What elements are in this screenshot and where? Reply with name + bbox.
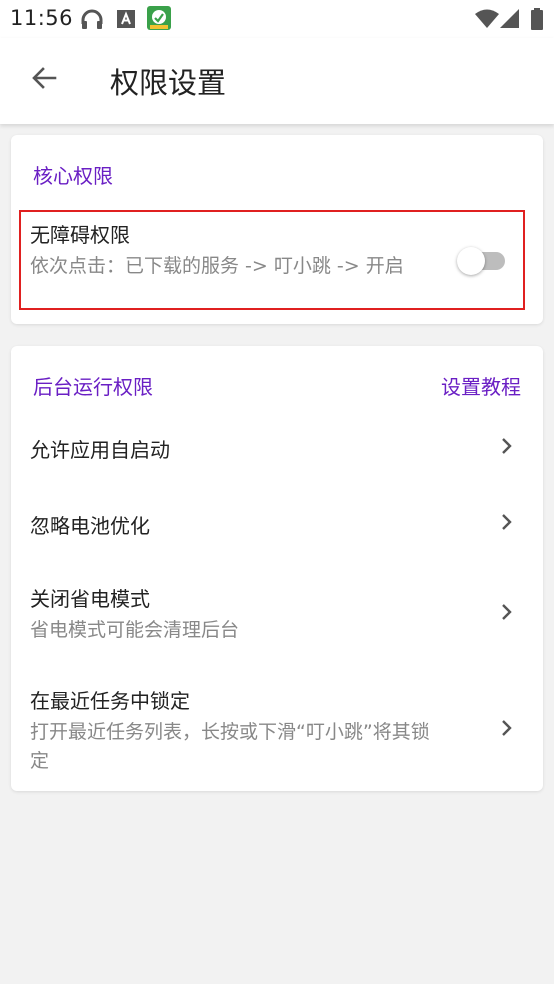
- status-bar: 11:56: [0, 0, 554, 38]
- arrow-left-icon: [31, 65, 57, 95]
- list-item-title: 忽略电池优化: [30, 514, 150, 538]
- background-section-title: 后台运行权限: [33, 375, 153, 399]
- app-logo-icon: [147, 6, 171, 34]
- chevron-right-icon: [500, 513, 514, 531]
- core-section-title: 核心权限: [33, 164, 113, 188]
- back-button[interactable]: [22, 58, 66, 102]
- wifi-icon: [475, 9, 499, 33]
- battery-icon: [531, 8, 543, 34]
- signal-icon: [500, 9, 520, 33]
- chevron-right-icon: [500, 719, 514, 737]
- status-time: 11:56: [10, 6, 74, 30]
- list-item-title: 允许应用自启动: [30, 438, 170, 462]
- app-a-icon: [117, 10, 135, 32]
- page-title: 权限设置: [110, 66, 227, 100]
- list-item-title: 在最近任务中锁定: [30, 689, 190, 713]
- list-item-title: 关闭省电模式: [30, 587, 150, 611]
- accessibility-permission-subtitle: 依次点击：已下载的服务 -> 叮小跳 -> 开启: [30, 255, 404, 277]
- chevron-right-icon: [500, 603, 514, 621]
- chevron-right-icon: [500, 437, 514, 455]
- app-bar: 权限设置: [0, 38, 554, 124]
- list-item-subtitle: 省电模式可能会清理后台: [30, 619, 240, 641]
- tutorial-link[interactable]: 设置教程: [441, 371, 521, 400]
- headphones-icon: [80, 8, 104, 34]
- list-item-subtitle: 打开最近任务列表，长按或下滑“叮小跳”将其锁定: [30, 721, 430, 772]
- toggle-thumb: [457, 247, 485, 275]
- accessibility-permission-title: 无障碍权限: [30, 223, 130, 247]
- accessibility-toggle[interactable]: [457, 247, 509, 275]
